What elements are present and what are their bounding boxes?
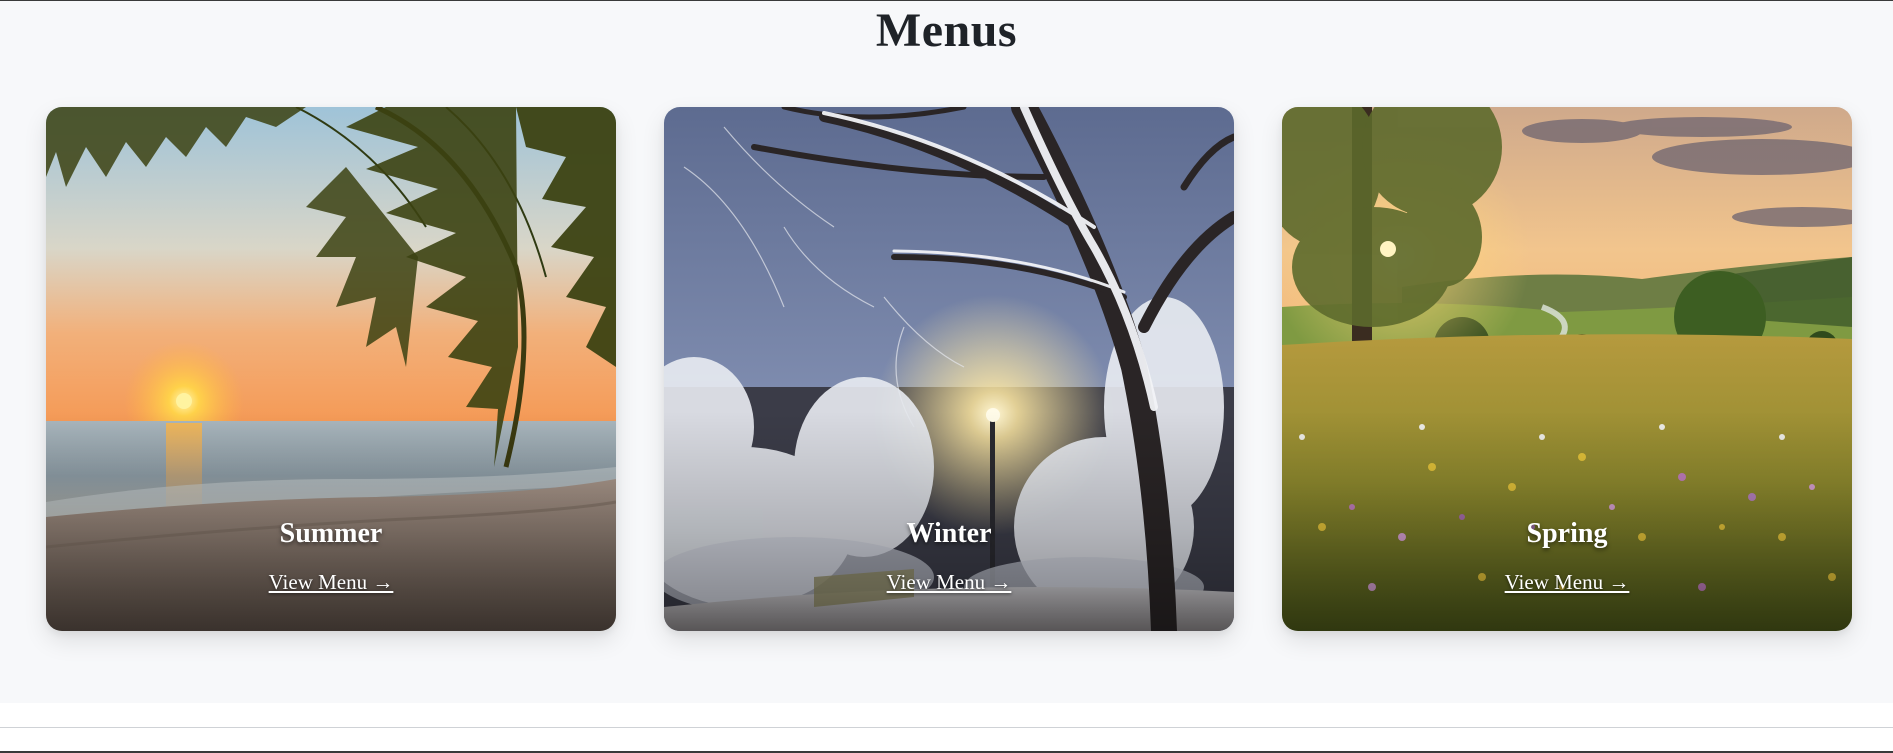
card-title-winter: Winter (906, 518, 992, 549)
menu-card-spring[interactable]: Spring View Menu → (1282, 107, 1852, 631)
menu-card-winter[interactable]: Winter View Menu → (664, 107, 1234, 631)
card-title-spring: Spring (1526, 518, 1608, 549)
view-menu-link-summer[interactable]: View Menu → (46, 569, 616, 595)
view-menu-link-spring[interactable]: View Menu → (1282, 569, 1852, 595)
page-content: Menus Summer View Menu → Winter View Men… (0, 1, 1893, 703)
card-title-summer: Summer (279, 518, 383, 549)
page-title: Menus (875, 4, 1018, 57)
footer-divider (0, 727, 1893, 728)
menu-card-summer[interactable]: Summer View Menu → (46, 107, 616, 631)
view-menu-link-winter[interactable]: View Menu → (664, 569, 1234, 595)
